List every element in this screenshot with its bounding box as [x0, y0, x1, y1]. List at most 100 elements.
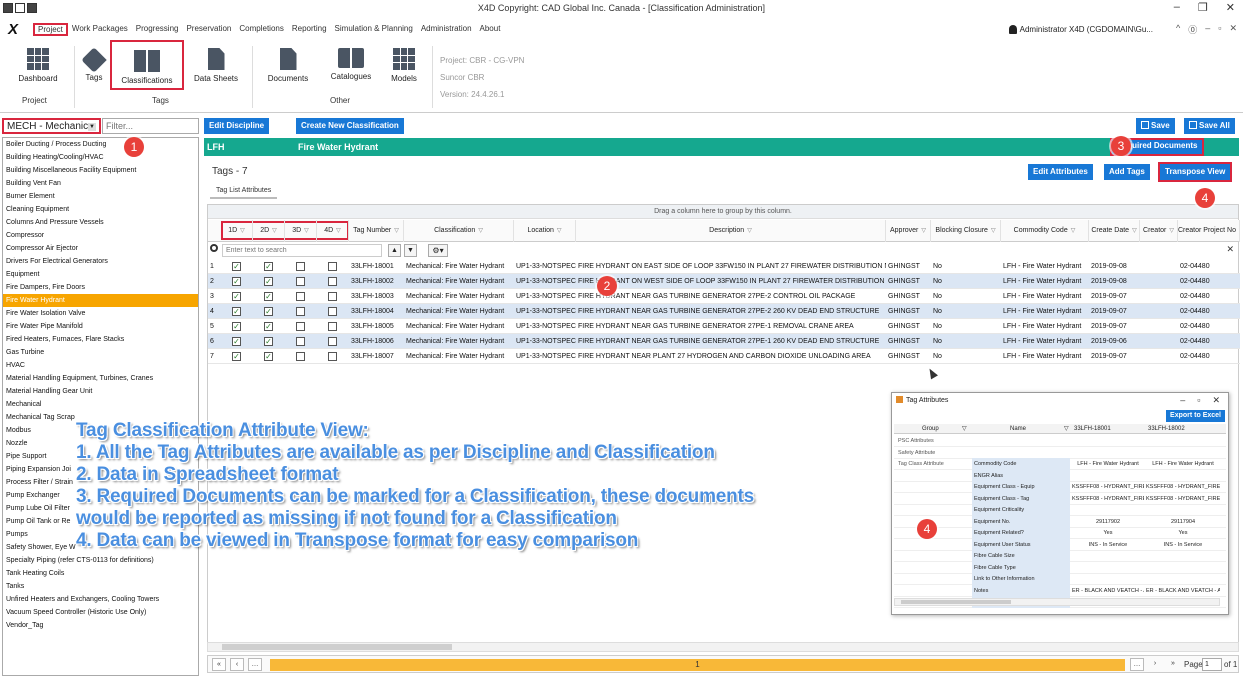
filter-icon[interactable]: ▽: [557, 228, 562, 234]
column-header-creator[interactable]: Creator ▽: [1140, 220, 1178, 242]
list-item[interactable]: Columns And Pressure Vessels: [3, 216, 198, 229]
checkbox-1d[interactable]: ✓: [232, 352, 241, 361]
popup-close-icon[interactable]: ✕: [1212, 395, 1220, 406]
close-icon[interactable]: ✕: [1226, 1, 1235, 14]
filter-icon[interactable]: ▽: [1071, 228, 1076, 234]
column-header-creator-project-no[interactable]: Creator Project No▽: [1178, 220, 1240, 242]
filter-icon[interactable]: ▽: [272, 228, 277, 234]
column-header-approver[interactable]: Approver ▽: [886, 220, 931, 242]
menu-item-preservation[interactable]: Preservation: [182, 23, 235, 36]
popup-scroll-thumb[interactable]: [901, 600, 1011, 604]
catalogues-button[interactable]: Catalogues: [326, 48, 376, 81]
filter-icon[interactable]: ▽: [336, 228, 341, 234]
column-header-create-date[interactable]: Create Date ▽: [1089, 220, 1140, 242]
list-item[interactable]: Drivers For Electrical Generators: [3, 255, 198, 268]
column-header-classification[interactable]: Classification ▽: [404, 220, 514, 242]
data-sheets-button[interactable]: Data Sheets: [190, 48, 242, 83]
checkbox-2d[interactable]: ✓: [264, 277, 273, 286]
checkbox-4d[interactable]: [328, 322, 337, 331]
mdi-minimize-icon[interactable]: –: [1205, 23, 1210, 36]
checkbox-1d[interactable]: ✓: [232, 322, 241, 331]
list-item[interactable]: Building Heating/Cooling/HVAC: [3, 151, 198, 164]
attribute-row[interactable]: Equipment User Status INS - In Service INS…: [894, 538, 1226, 551]
restore-icon[interactable]: ❐: [1198, 1, 1208, 14]
column-header-tag-number[interactable]: Tag Number ▽: [349, 220, 404, 242]
list-item[interactable]: Equipment: [3, 268, 198, 281]
attribute-row[interactable]: Fibre Cable Type: [894, 561, 1226, 574]
table-row[interactable]: 7 ✓ ✓ 33LFH-18007 Mechanical: Fire Water Hyd…: [208, 349, 1240, 364]
list-item[interactable]: Fire Dampers, Fire Doors: [3, 281, 198, 294]
menu-item-reporting[interactable]: Reporting: [288, 23, 331, 36]
save-button[interactable]: Save: [1136, 118, 1175, 134]
column-header-location[interactable]: Location ▽: [514, 220, 576, 242]
popup-scrollbar[interactable]: [894, 598, 1220, 606]
dashboard-button[interactable]: Dashboard: [14, 48, 62, 83]
discipline-select[interactable]: MECH - Mechanic ▼: [2, 118, 101, 134]
mdi-close-icon[interactable]: ✕: [1229, 23, 1237, 36]
list-item[interactable]: Material Handling Gear Unit: [3, 385, 198, 398]
models-button[interactable]: Models: [386, 48, 422, 83]
popup-minimize-icon[interactable]: –: [1180, 395, 1185, 406]
checkbox-4d[interactable]: [328, 307, 337, 316]
attribute-row[interactable]: Fibre Cable Size: [894, 550, 1226, 562]
checkbox-2d[interactable]: ✓: [264, 352, 273, 361]
save-all-button[interactable]: Save All: [1184, 118, 1235, 134]
column-header-1d[interactable]: 1D ▽: [221, 220, 253, 242]
column-header-blocking-closure[interactable]: Blocking Closure ▽: [931, 220, 1001, 242]
export-excel-button[interactable]: Export to Excel: [1166, 410, 1225, 422]
checkbox-2d[interactable]: ✓: [264, 322, 273, 331]
list-item[interactable]: Cleaning Equipment: [3, 203, 198, 216]
table-row[interactable]: 4 ✓ ✓ 33LFH-18004 Mechanical: Fire Water Hyd…: [208, 304, 1240, 319]
list-item[interactable]: Mechanical: [3, 398, 198, 411]
list-item[interactable]: Fired Heaters, Furnaces, Flare Stacks: [3, 333, 198, 346]
checkbox-2d[interactable]: ✓: [264, 292, 273, 301]
minimize-icon[interactable]: –: [1174, 1, 1180, 14]
list-item[interactable]: Fire Water Hydrant: [3, 294, 198, 307]
attribute-row[interactable]: Equipment No. 29117902 29117904: [894, 515, 1226, 528]
page-input[interactable]: 1: [1202, 658, 1222, 671]
checkbox-3d[interactable]: [296, 352, 305, 361]
filter-icon[interactable]: ▽: [304, 228, 309, 234]
menu-item-project[interactable]: Project: [33, 23, 68, 36]
filter-icon[interactable]: ▽: [1239, 228, 1240, 234]
filter-icon[interactable]: ▽: [747, 228, 752, 234]
column-header-description[interactable]: Description ▽: [576, 220, 886, 242]
checkbox-1d[interactable]: ✓: [232, 262, 241, 271]
scroll-thumb[interactable]: [222, 644, 452, 650]
list-item[interactable]: Building Miscellaneous Facility Equipmen…: [3, 164, 198, 177]
first-page-icon[interactable]: «: [212, 658, 226, 671]
list-item[interactable]: Specialty Piping (refer CTS-0113 for def…: [3, 554, 198, 567]
filter-icon[interactable]: ▽: [1064, 424, 1069, 434]
horizontal-scrollbar[interactable]: [207, 642, 1239, 652]
checkbox-4d[interactable]: [328, 277, 337, 286]
filter-icon[interactable]: ▽: [394, 228, 399, 234]
list-item[interactable]: Material Handling Equipment, Turbines, C…: [3, 372, 198, 385]
list-item[interactable]: Compressor Air Ejector: [3, 242, 198, 255]
column-header-3d[interactable]: 3D ▽: [285, 220, 317, 242]
table-row[interactable]: 3 ✓ ✓ 33LFH-18003 Mechanical: Fire Water Hyd…: [208, 289, 1240, 304]
edit-discipline-button[interactable]: Edit Discipline: [204, 118, 270, 134]
menu-item-simulation-planning[interactable]: Simulation & Planning: [331, 23, 417, 36]
table-row[interactable]: 6 ✓ ✓ 33LFH-18006 Mechanical: Fire Water Hyd…: [208, 334, 1240, 349]
create-classification-button[interactable]: Create New Classification: [296, 118, 404, 134]
list-item[interactable]: Compressor: [3, 229, 198, 242]
menu-item-work-packages[interactable]: Work Packages: [68, 23, 132, 36]
user-account[interactable]: Administrator X4D (CGDOMAIN\Gu...: [1008, 25, 1153, 34]
checkbox-2d[interactable]: ✓: [264, 307, 273, 316]
prev-page-icon[interactable]: ‹: [230, 658, 244, 671]
list-item[interactable]: Burner Element: [3, 190, 198, 203]
filter-icon[interactable]: ▽: [478, 228, 483, 234]
list-item[interactable]: Tank Heating Coils: [3, 567, 198, 580]
attribute-row[interactable]: Equipment Class - Tag KSSFFF08 - HYDRANT_…: [894, 492, 1226, 505]
documents-button[interactable]: Documents: [262, 48, 314, 83]
attribute-row[interactable]: Tag Class Attribute Commodity Code LFH - F…: [894, 458, 1226, 470]
menu-item-completions[interactable]: Completions: [235, 23, 287, 36]
table-row[interactable]: 5 ✓ ✓ 33LFH-18005 Mechanical: Fire Water Hyd…: [208, 319, 1240, 334]
tab-tag-list-attributes[interactable]: Tag List Attributes: [210, 184, 278, 199]
list-item[interactable]: Fire Water Pipe Manifold: [3, 320, 198, 333]
attribute-row[interactable]: Equipment Criticality: [894, 504, 1226, 516]
attribute-row[interactable]: Notes ER - BLACK AND VEATCH - AN ER - BLAC…: [894, 584, 1226, 597]
checkbox-2d[interactable]: ✓: [264, 337, 273, 346]
add-tags-button[interactable]: Add Tags: [1104, 164, 1150, 180]
attribute-row[interactable]: Link to Other Information: [894, 573, 1226, 585]
